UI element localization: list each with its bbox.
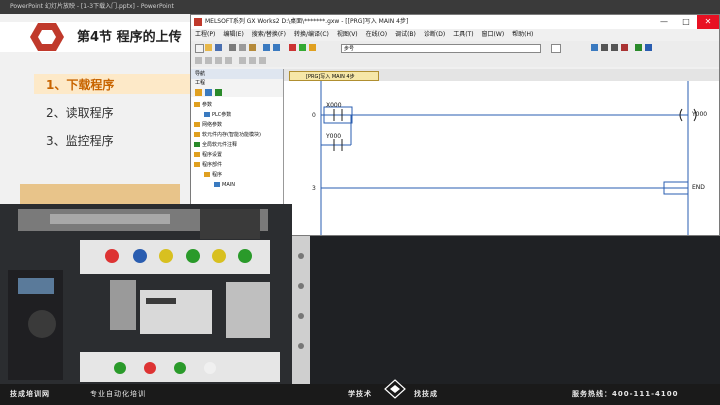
nav-header: 导航 <box>191 69 283 79</box>
toolbar-icon-6[interactable] <box>249 57 256 64</box>
coil-y000-label: Y000 <box>692 111 708 118</box>
photo-backdrop <box>292 236 720 384</box>
toolbar-icon-3[interactable] <box>215 57 222 64</box>
folder-icon <box>194 152 200 157</box>
maximize-button[interactable]: □ <box>675 15 697 29</box>
folder-icon <box>194 102 200 107</box>
menu-online[interactable]: 在线(O) <box>366 31 387 38</box>
menu-bar: 工程(P) 编辑(E) 搜索/替换(F) 转换/编译(C) 视图(V) 在线(O) 调试(B… <box>191 29 719 41</box>
monitor-icon[interactable] <box>309 44 316 51</box>
toolbar-ladder <box>191 54 719 67</box>
contact-icon[interactable] <box>601 44 608 51</box>
close-button[interactable]: ✕ <box>697 15 719 29</box>
delete-line-icon[interactable] <box>621 44 628 51</box>
ladder-editor[interactable]: 0 3 X000 Y000 Y000 END <box>284 81 719 235</box>
folder-icon <box>194 162 200 167</box>
program-icon <box>214 182 220 187</box>
tree-item[interactable]: 网络参数 <box>194 121 222 129</box>
toolbar-icon-2[interactable] <box>205 57 212 64</box>
zoom-icon[interactable] <box>645 44 652 51</box>
combo-dropdown-icon[interactable] <box>551 44 561 53</box>
nav-tool-icon[interactable] <box>205 89 212 96</box>
tree-item[interactable]: PLC参数 <box>204 111 231 119</box>
new-icon[interactable] <box>195 44 204 53</box>
nav-subheader: 工程 <box>191 79 283 87</box>
folder-icon[interactable] <box>195 89 202 96</box>
nav-tool-icon[interactable] <box>215 89 222 96</box>
tree-item[interactable]: 程序部件 <box>194 161 222 169</box>
menu-window[interactable]: 窗口(W) <box>482 31 505 38</box>
menu-find-replace[interactable]: 搜索/替换(F) <box>252 31 286 38</box>
footer-left-tag: 学技术 <box>348 390 372 398</box>
undo-icon[interactable] <box>263 44 270 51</box>
toolbar-icon-5[interactable] <box>239 57 246 64</box>
end-label: END <box>692 184 705 191</box>
tree-item-main[interactable]: MAIN <box>214 181 235 189</box>
footer-right-tag: 找技成 <box>414 390 438 398</box>
slide-title: 第4节 程序的上传 <box>77 30 182 45</box>
menu-diagnostics[interactable]: 诊断(D) <box>424 31 445 38</box>
toolbar-icon-4[interactable] <box>225 57 232 64</box>
cable-photo-strip <box>20 184 180 204</box>
plc-trainer-photo <box>0 204 292 384</box>
menu-debug[interactable]: 调试(B) <box>395 31 416 38</box>
tree-item[interactable]: 参数 <box>194 101 212 109</box>
coil-icon[interactable] <box>611 44 618 51</box>
folder-icon <box>194 132 200 137</box>
tree-item[interactable]: 软元件内存(智能功能模块) <box>194 131 261 139</box>
nav-toolbar <box>191 87 283 97</box>
contact-x000-label: X000 <box>326 102 342 109</box>
ladder-icon[interactable] <box>591 44 598 51</box>
contact-y000-label: Y000 <box>326 133 342 140</box>
menu-item-read[interactable]: 2、读取程序 <box>46 104 114 121</box>
copy-icon[interactable] <box>239 44 246 51</box>
gxworks-titlebar: MELSOFT系列 GX Works2 D:\桌面\*******.gxw - … <box>191 15 719 29</box>
menu-edit[interactable]: 编辑(E) <box>223 31 243 38</box>
menu-project[interactable]: 工程(P) <box>195 31 215 38</box>
folder-icon <box>204 172 210 177</box>
paste-icon[interactable] <box>249 44 256 51</box>
menu-compile[interactable]: 转换/编译(C) <box>294 31 329 38</box>
folder-icon <box>194 122 200 127</box>
comment-icon <box>194 142 200 147</box>
open-icon[interactable] <box>205 44 212 51</box>
gxworks-window: MELSOFT系列 GX Works2 D:\桌面\*******.gxw - … <box>190 14 720 236</box>
tree-item[interactable]: 全局软元件注释 <box>194 141 237 149</box>
menu-help[interactable]: 帮助(H) <box>512 31 533 38</box>
toolbar-icon-1[interactable] <box>195 57 202 64</box>
service-hotline: 服务热线：400-111-4100 <box>572 390 679 398</box>
tab-main-program[interactable]: [PRG]写入 MAIN 4步 <box>289 71 379 81</box>
toolbar-icon-7[interactable] <box>259 57 266 64</box>
tree-item[interactable]: 程序 <box>204 171 222 179</box>
powerpoint-titlebar: PowerPoint 幻灯片放映 - [1-3下载入门.pptx] - Powe… <box>0 0 720 14</box>
minimize-button[interactable]: — <box>653 15 675 29</box>
trainer-board-image <box>8 209 280 382</box>
ladder-diagram <box>320 81 697 235</box>
hexagon-logo-icon <box>30 23 64 51</box>
app-icon <box>194 18 202 26</box>
write-to-plc-icon[interactable] <box>289 44 296 51</box>
menu-item-monitor[interactable]: 3、监控程序 <box>46 132 114 149</box>
footer-slogan: 专业自动化培训 <box>90 390 146 398</box>
parameter-icon <box>204 112 210 117</box>
diamond-logo-icon <box>384 379 406 399</box>
step-number: 3 <box>312 185 316 192</box>
tree-item[interactable]: 程序设置 <box>194 151 222 159</box>
step-combo[interactable]: 步号 <box>341 44 541 53</box>
step-number: 0 <box>312 112 316 119</box>
redo-icon[interactable] <box>273 44 280 51</box>
read-from-plc-icon[interactable] <box>299 44 306 51</box>
menu-tools[interactable]: 工具(T) <box>453 31 473 38</box>
menu-view[interactable]: 视图(V) <box>337 31 358 38</box>
convert-icon[interactable] <box>635 44 642 51</box>
cut-icon[interactable] <box>229 44 236 51</box>
menu-item-download[interactable]: 1、下载程序 <box>46 76 114 93</box>
brand-logo: 技成培训网 <box>10 390 50 398</box>
terminal-strip-image <box>292 236 310 384</box>
save-icon[interactable] <box>215 44 222 51</box>
